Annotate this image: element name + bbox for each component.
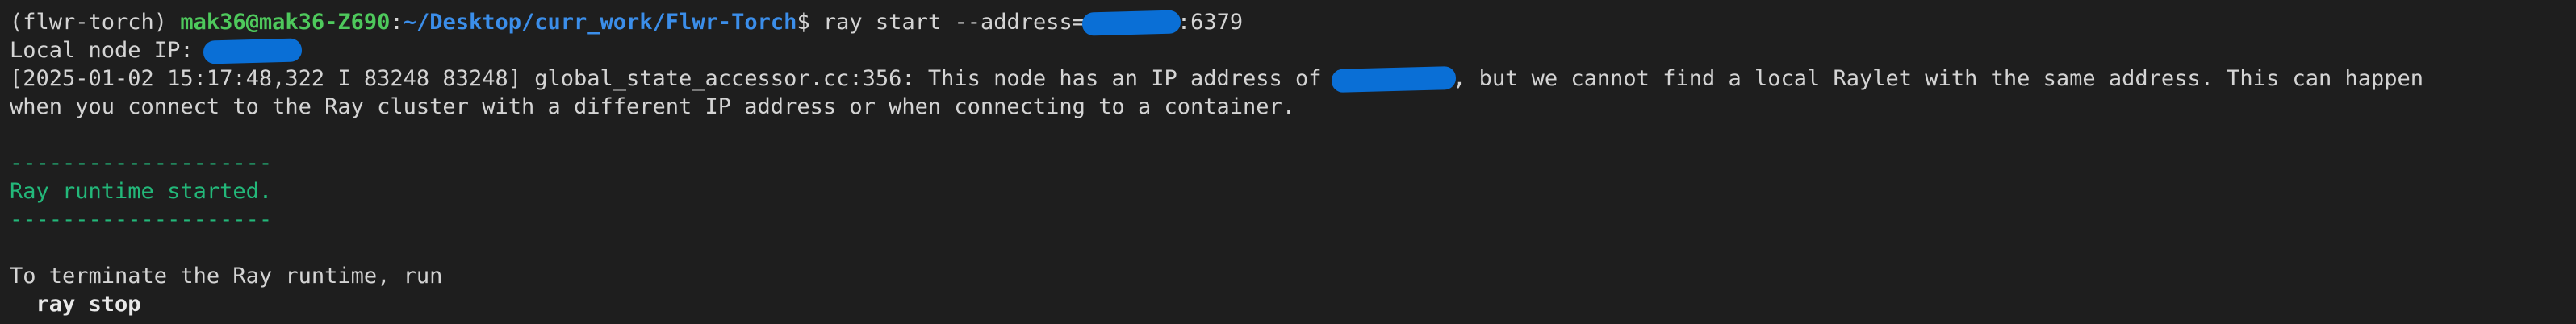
redacted-address-text: 1.2.3.4 [1085,10,1177,35]
prompt-colon: : [390,10,404,35]
warning-prefix: [2025-01-02 15:17:48,322 I 83248 83248] … [10,66,1335,91]
user-host: mak36@mak36-Z690 [180,10,391,35]
redacted-local-ip: 1.2.3.4 [207,36,299,64]
redacted-address: 1.2.3.4 [1085,8,1177,36]
divider-bottom: -------------------- [10,207,273,232]
warning-line: [2025-01-02 15:17:48,322 I 83248 83248] … [10,64,2566,93]
local-ip-line: Local node IP: 1.2.3.4 [10,36,2566,64]
command-text: ray start --address= [822,10,1086,35]
command-port: :6379 [1177,10,1244,35]
prompt-symbol: $ [797,10,810,35]
command-line: (flwr-torch) mak36@mak36-Z690:~/Desktop/… [10,8,2566,36]
redacted-local-ip-text: 1.2.3.4 [206,38,299,63]
conda-env-label: (flwr-torch) [10,10,168,35]
working-directory: ~/Desktop/curr_work/Flwr-Torch [403,10,797,35]
local-ip-label: Local node IP: [10,38,207,63]
warning-suffix: , but we cannot find a local Raylet with… [1453,66,2424,91]
terminate-hint: To terminate the Ray runtime, run [10,264,443,289]
divider-top: -------------------- [10,151,273,176]
warning-continuation-line: when you connect to the Ray cluster with… [10,93,2566,121]
stop-command: ray stop [10,292,141,317]
warning-continuation: when you connect to the Ray cluster with… [10,94,1296,119]
terminal-window[interactable]: (flwr-torch) mak36@mak36-Z690:~/Desktop/… [0,0,2576,324]
runtime-started-message: Ray runtime started. [10,179,273,204]
redacted-node-ip-text: 1.2.3.4.5 [1334,66,1453,91]
redacted-node-ip: 1.2.3.4.5 [1335,64,1453,93]
